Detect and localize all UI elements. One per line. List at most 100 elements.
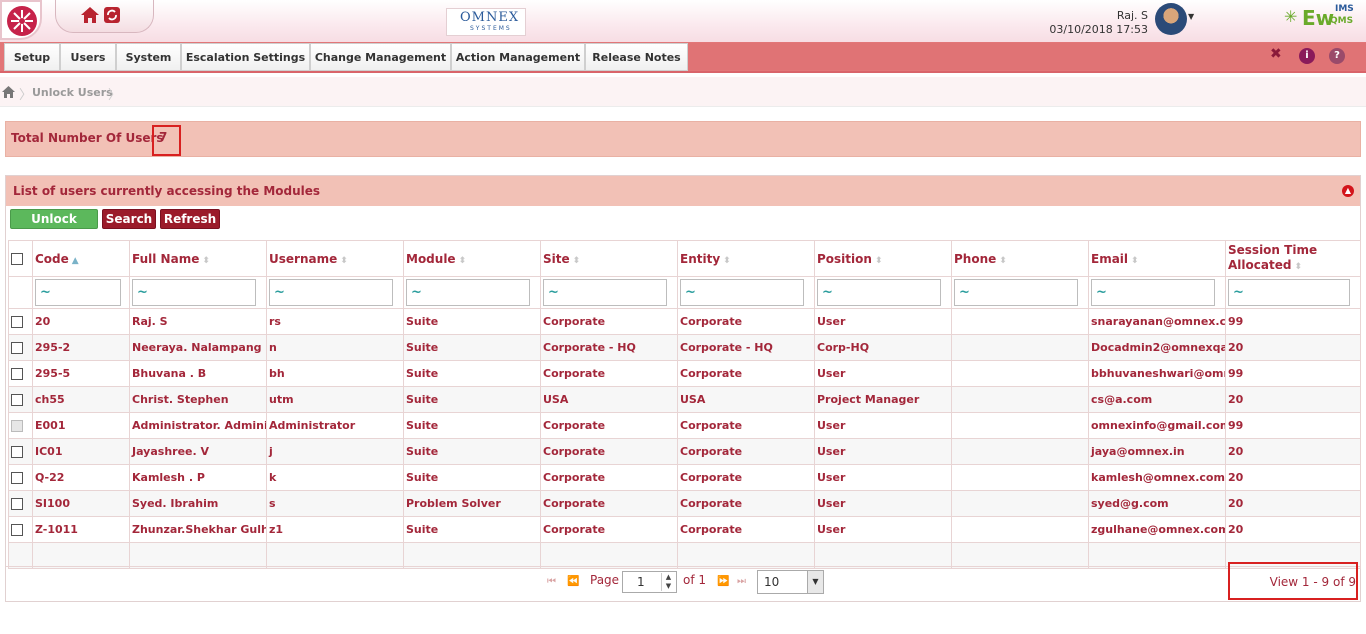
pin-icon[interactable]: ✖ [1270, 46, 1282, 62]
filter-entity[interactable]: ~ [680, 279, 805, 306]
next-page-icon[interactable]: ⏩ [717, 576, 729, 587]
cell-entity: USA [677, 386, 815, 413]
panel-title: List of users currently accessing the Mo… [13, 184, 321, 198]
table-row[interactable]: 295-2 Neeraya. Nalampang n Suite Corporate -… [8, 334, 1361, 361]
col-email[interactable]: Email ⬍ [1088, 240, 1226, 277]
cell-username: Administrator [266, 412, 404, 439]
cell-site: Corporate [540, 516, 678, 543]
product-sub-bottom: QMS [1330, 16, 1354, 26]
chevron-down-icon[interactable]: ▼ [807, 571, 823, 593]
cell-full-name: Bhuvana . B [129, 360, 267, 387]
table-row[interactable]: IC01 Jayashree. Vj Suite Corporate Corporate… [8, 438, 1361, 465]
cell-code: SI100 [32, 490, 130, 517]
cell-phone [951, 438, 1089, 465]
cell-email: Docadmin2@omnexqa.com [1088, 334, 1226, 361]
unlock-users-button[interactable]: Unlock Users [10, 209, 98, 245]
filter-site[interactable]: ~ [543, 279, 668, 306]
cell-position: Corp-HQ [814, 334, 952, 361]
sort-asc-icon: ▲ [71, 255, 79, 266]
cell-session-time: 99 [1225, 360, 1361, 387]
cell-site: Corporate [540, 490, 678, 517]
table-row[interactable]: Q-22 Kamlesh . Pk Suite Corporate Corporate U… [8, 464, 1361, 491]
cell-module: Suite [403, 308, 541, 335]
refresh-button[interactable]: Refresh [160, 209, 220, 229]
refresh-icon[interactable] [104, 7, 120, 23]
last-page-icon[interactable]: ⏭ [737, 576, 746, 587]
page-spinner-icon[interactable]: ▲ ▼ [661, 573, 675, 591]
nav-change-management[interactable]: Change Management [310, 43, 451, 71]
row-checkbox[interactable] [11, 446, 23, 458]
highlight-box [1228, 562, 1358, 600]
breadcrumb [0, 77, 1366, 107]
chevron-down-icon[interactable]: ▼ [1188, 12, 1194, 21]
col-phone[interactable]: Phone ⬍ [951, 240, 1089, 277]
prev-page-icon[interactable]: ⏪ [567, 576, 579, 587]
row-checkbox[interactable] [11, 498, 23, 510]
filter-full-name[interactable]: ~ [132, 279, 257, 306]
cell-position: User [814, 412, 952, 439]
col-site[interactable]: Site ⬍ [540, 240, 678, 277]
cell-email: cs@a.com [1088, 386, 1226, 413]
first-page-icon[interactable]: ⏮ [547, 576, 556, 587]
table-row[interactable]: ch55 Christ. Stephen utm Suite USA USA Project… [8, 386, 1361, 413]
sort-icon: ⬍ [1131, 255, 1139, 266]
cell-code: IC01 [32, 438, 130, 465]
col-username[interactable]: Username ⬍ [266, 240, 404, 277]
table-row[interactable]: 295-5 Bhuvana . Bbh Suite Corporate Corporat… [8, 360, 1361, 387]
row-checkbox[interactable] [11, 368, 23, 380]
info-icon[interactable]: i [1299, 48, 1315, 64]
select-all-cell[interactable] [8, 240, 33, 277]
filter-phone[interactable]: ~ [954, 279, 1079, 306]
filter-username[interactable]: ~ [269, 279, 394, 306]
row-checkbox[interactable] [11, 394, 23, 406]
col-code[interactable]: Code ▲ [32, 240, 130, 277]
table-row[interactable]: 20 Raj. Srs Suite Corporate Corporate User sna… [8, 308, 1361, 335]
col-position[interactable]: Position ⬍ [814, 240, 952, 277]
row-checkbox[interactable] [11, 472, 23, 484]
filter-email[interactable]: ~ [1091, 279, 1216, 306]
col-entity[interactable]: Entity ⬍ [677, 240, 815, 277]
nav-escalation-settings[interactable]: Escalation Settings [181, 43, 310, 71]
nav-users[interactable]: Users [60, 43, 116, 71]
cell-entity: Corporate - HQ [677, 334, 815, 361]
cell-site: Corporate - HQ [540, 334, 678, 361]
brand-name: OMNEX [460, 10, 520, 25]
cell-session-time: 20 [1225, 386, 1361, 413]
breadcrumb-home-icon[interactable] [2, 86, 15, 98]
app-menu-button[interactable] [0, 0, 42, 40]
page-size-select[interactable]: 10 ▼ [757, 570, 824, 594]
col-full-name[interactable]: Full Name ⬍ [129, 240, 267, 277]
sort-icon: ⬍ [723, 255, 731, 266]
filter-module[interactable]: ~ [406, 279, 531, 306]
row-checkbox[interactable] [11, 316, 23, 328]
help-icon[interactable]: ? [1329, 48, 1345, 64]
cell-module: Problem Solver [403, 490, 541, 517]
search-button[interactable]: Search [102, 209, 156, 229]
select-all-checkbox[interactable] [11, 253, 23, 265]
cell-email: snarayanan@omnex.com [1088, 308, 1226, 335]
cell-phone [951, 308, 1089, 335]
sort-icon: ⬍ [458, 255, 467, 266]
cell-module: Suite [403, 464, 541, 491]
cell-email: omnexinfo@gmail.com [1088, 412, 1226, 439]
filter-code[interactable]: ~ [35, 279, 122, 306]
table-row[interactable]: E001Administrator. AdministratorAdminist… [8, 412, 1361, 439]
table-row[interactable]: SI100 Syed. Ibrahim s Problem Solver Corpora… [8, 490, 1361, 517]
nav-setup[interactable]: Setup [4, 43, 60, 71]
nav-system[interactable]: System [116, 43, 181, 71]
nav-release-notes[interactable]: Release Notes [585, 43, 688, 71]
empty-row [8, 542, 1361, 569]
col-module[interactable]: Module ⬍ [403, 240, 541, 277]
avatar[interactable] [1155, 3, 1187, 35]
filter-session-time[interactable]: ~ [1228, 279, 1351, 306]
cell-code: 295-5 [32, 360, 130, 387]
row-checkbox[interactable] [11, 342, 23, 354]
row-checkbox[interactable] [11, 524, 23, 536]
nav-action-management[interactable]: Action Management [451, 43, 585, 71]
home-tab[interactable] [55, 0, 154, 33]
collapse-icon[interactable]: ▲ [1342, 185, 1354, 197]
col-session-time[interactable]: Session Time Allocated ⬍ [1225, 240, 1361, 277]
home-icon[interactable] [80, 6, 100, 24]
filter-position[interactable]: ~ [817, 279, 942, 306]
table-row[interactable]: Z-1011Zhunzar.Shekhar Gulhanez1SuiteCorp… [8, 516, 1361, 543]
